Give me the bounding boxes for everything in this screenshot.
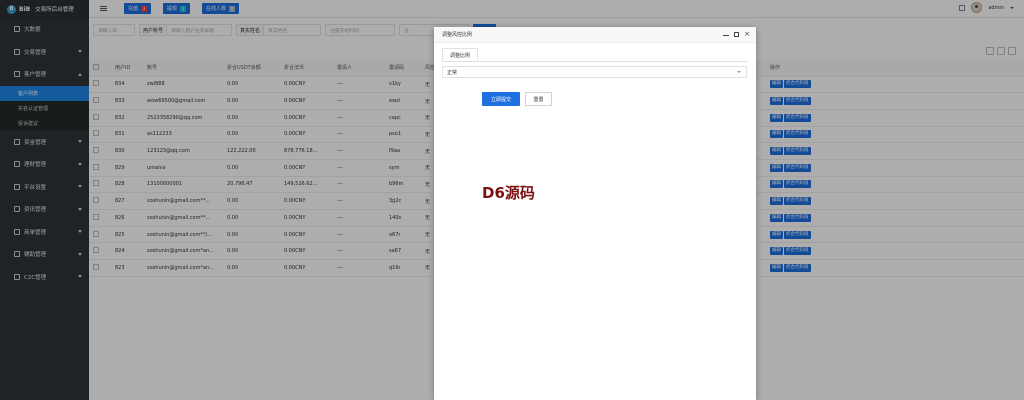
maximize-icon[interactable] xyxy=(734,31,740,37)
dialog-title: 调整风控比例 xyxy=(434,27,756,43)
watermark: D6源码 xyxy=(482,184,535,202)
submit-button[interactable]: 立即提交 xyxy=(482,92,520,106)
tab-divider xyxy=(442,61,748,62)
tab-adjust-ratio[interactable]: 调整比例 xyxy=(442,48,478,62)
risk-select[interactable]: 正常 xyxy=(442,66,747,78)
chevron-down-icon xyxy=(737,71,741,73)
minimize-icon[interactable] xyxy=(723,35,730,36)
close-icon[interactable]: × xyxy=(744,31,750,38)
risk-select-value: 正常 xyxy=(447,69,458,76)
dialog-controls: × xyxy=(723,31,750,38)
risk-ratio-dialog: 调整风控比例 × 调整比例 正常 立即提交 重置 D6源码 xyxy=(434,27,756,400)
reset-button[interactable]: 重置 xyxy=(525,92,552,106)
